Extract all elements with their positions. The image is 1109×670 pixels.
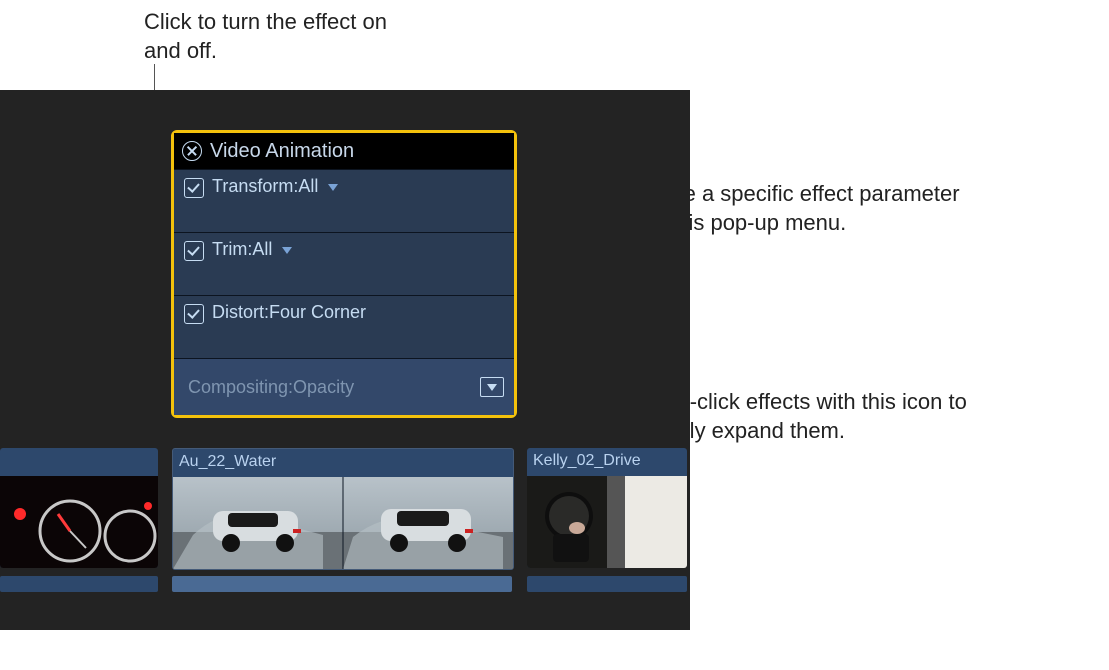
timeline: Au_22_Water: [0, 448, 690, 628]
audio-band: [527, 576, 687, 592]
expand-icon[interactable]: [480, 377, 504, 397]
effect-row-transform[interactable]: Transform:All: [174, 169, 514, 232]
effect-label: Trim:All: [212, 239, 272, 260]
effect-row-trim[interactable]: Trim:All: [174, 232, 514, 295]
clip-thumbnail: [0, 476, 158, 568]
clip-thumbnail: [527, 476, 687, 568]
timeline-clip[interactable]: [0, 448, 158, 568]
close-icon[interactable]: [182, 141, 202, 161]
panel-header: Video Animation: [174, 133, 514, 169]
timeline-clip[interactable]: Kelly_02_Drive: [527, 448, 687, 568]
effect-enable-checkbox[interactable]: [184, 304, 204, 324]
chevron-down-icon[interactable]: [328, 184, 338, 191]
audio-band: [0, 576, 158, 592]
clip-name-label: Kelly_02_Drive: [533, 452, 641, 470]
effect-enable-checkbox[interactable]: [184, 178, 204, 198]
effect-label: Transform:All: [212, 176, 318, 197]
effect-label: Compositing:Opacity: [188, 377, 354, 398]
timeline-clip-selected[interactable]: Au_22_Water: [172, 448, 514, 570]
video-animation-panel: Video Animation Transform:All Trim:All D…: [171, 130, 517, 418]
audio-band: [172, 576, 512, 592]
effect-row-distort[interactable]: Distort:Four Corner: [174, 295, 514, 358]
callout-toggle-effect: Click to turn the effect on and off.: [144, 8, 404, 65]
effect-row-compositing[interactable]: Compositing:Opacity: [174, 358, 514, 415]
chevron-down-icon[interactable]: [282, 247, 292, 254]
effect-label: Distort:Four Corner: [212, 302, 366, 323]
panel-title: Video Animation: [210, 140, 354, 163]
clip-name-label: Au_22_Water: [179, 453, 276, 471]
clip-thumbnail: [173, 477, 513, 569]
effect-enable-checkbox[interactable]: [184, 241, 204, 261]
